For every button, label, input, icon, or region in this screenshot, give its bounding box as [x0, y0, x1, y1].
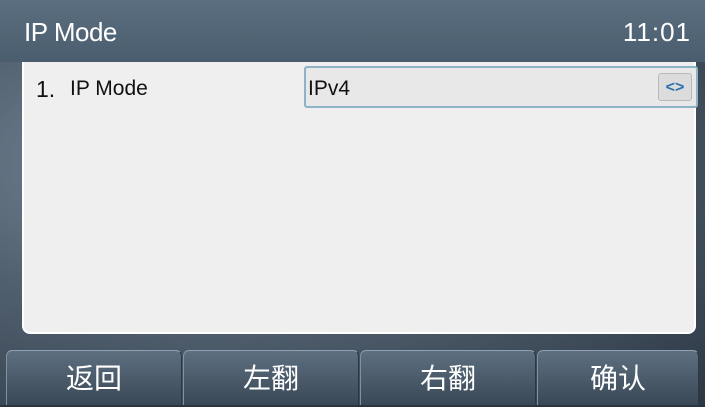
back-softkey[interactable]: 返回 [6, 350, 182, 405]
row-index: 1. [36, 76, 56, 102]
clock: 11:01 [622, 17, 691, 47]
switch-arrows-icon[interactable]: <> [658, 73, 692, 101]
phone-screen: IP Mode 11:01 1. IP Mode IPv4 <> 返回 左翻 右… [0, 0, 705, 405]
softkey-bar: 返回 左翻 右翻 确认 [0, 350, 705, 405]
page-right-softkey[interactable]: 右翻 [360, 350, 536, 405]
setting-row-ip-mode[interactable]: 1. IP Mode IPv4 <> [24, 62, 698, 114]
page-left-softkey[interactable]: 左翻 [183, 350, 359, 405]
settings-panel: 1. IP Mode IPv4 <> [22, 62, 698, 334]
ip-mode-value: IPv4 [308, 77, 351, 100]
confirm-softkey[interactable]: 确认 [537, 350, 699, 405]
title-bar: IP Mode 11:01 [0, 0, 705, 62]
row-label: IP Mode [70, 77, 148, 100]
ip-mode-select[interactable]: IPv4 <> [304, 66, 698, 108]
page-title: IP Mode [24, 17, 117, 47]
